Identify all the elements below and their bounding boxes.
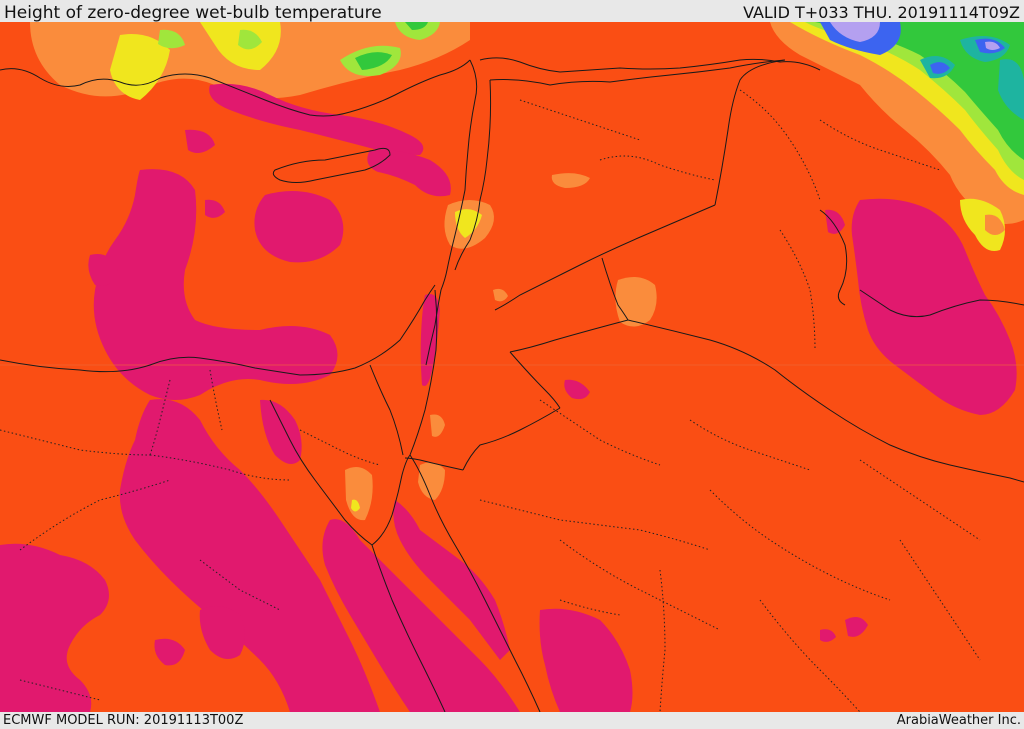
map-viewer: Height of zero-degree wet-bulb temperatu… (0, 0, 1024, 729)
header-bar: Height of zero-degree wet-bulb temperatu… (0, 0, 1024, 23)
model-run-label: ECMWF MODEL RUN: 20191113T00Z (3, 713, 244, 728)
map-svg (0, 22, 1024, 712)
credit-label: ArabiaWeather Inc. (896, 713, 1021, 728)
valid-time-label: VALID T+033 THU. 20191114T09Z (743, 3, 1020, 22)
chart-title: Height of zero-degree wet-bulb temperatu… (4, 3, 382, 23)
weather-map[interactable] (0, 22, 1024, 712)
footer-bar: ECMWF MODEL RUN: 20191113T00Z ArabiaWeat… (0, 712, 1024, 729)
